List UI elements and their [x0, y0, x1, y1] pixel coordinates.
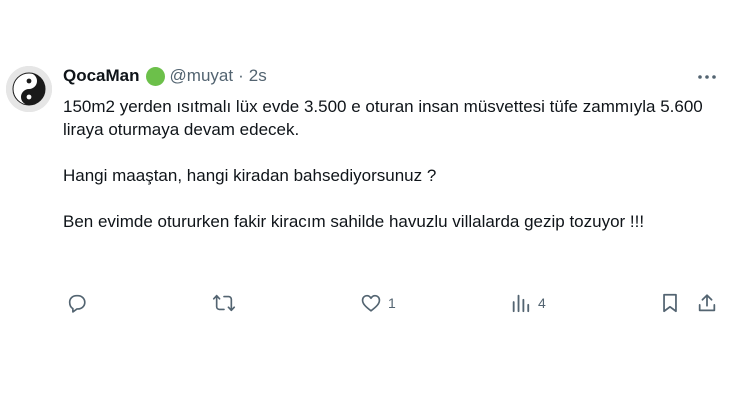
more-options-button[interactable]: [696, 70, 718, 84]
reply-icon: [68, 294, 86, 313]
author-handle[interactable]: @muyat: [170, 66, 234, 86]
tweet-header: QocaMan @muyat · 2s: [63, 65, 267, 87]
reply-button[interactable]: [66, 290, 94, 316]
views-count: 4: [538, 295, 546, 311]
separator-dot: ·: [238, 66, 244, 85]
bookmark-icon: [663, 293, 677, 313]
action-bar: 1 4: [0, 290, 730, 316]
like-count: 1: [388, 295, 396, 311]
like-button[interactable]: 1: [360, 290, 396, 316]
tweet-paragraph: Hangi maaştan, hangi kiradan bahsediyors…: [63, 166, 437, 185]
tweet[interactable]: QocaMan @muyat · 2s 150m2 yerden ısıtmal…: [0, 0, 730, 420]
verified-badge-icon: [145, 66, 165, 86]
share-icon: [698, 294, 716, 312]
views-icon: [512, 294, 530, 313]
retweet-button[interactable]: [212, 290, 242, 316]
author-name[interactable]: QocaMan: [63, 66, 140, 86]
share-button[interactable]: [696, 290, 718, 316]
retweet-icon: [212, 294, 236, 312]
yin-yang-avatar-icon: [6, 66, 52, 112]
avatar[interactable]: [6, 66, 52, 112]
views-button[interactable]: 4: [510, 290, 546, 316]
tweet-text: 150m2 yerden ısıtmalı lüx evde 3.500 e o…: [63, 95, 723, 233]
tweet-paragraph: Ben evimde otururken fakir kiracım sahil…: [63, 212, 645, 231]
more-icon: [698, 75, 716, 79]
tweet-time[interactable]: 2s: [249, 66, 267, 86]
heart-icon: [361, 294, 381, 312]
bookmark-button[interactable]: [660, 290, 680, 316]
tweet-paragraph: 150m2 yerden ısıtmalı lüx evde 3.500 e o…: [63, 97, 708, 139]
